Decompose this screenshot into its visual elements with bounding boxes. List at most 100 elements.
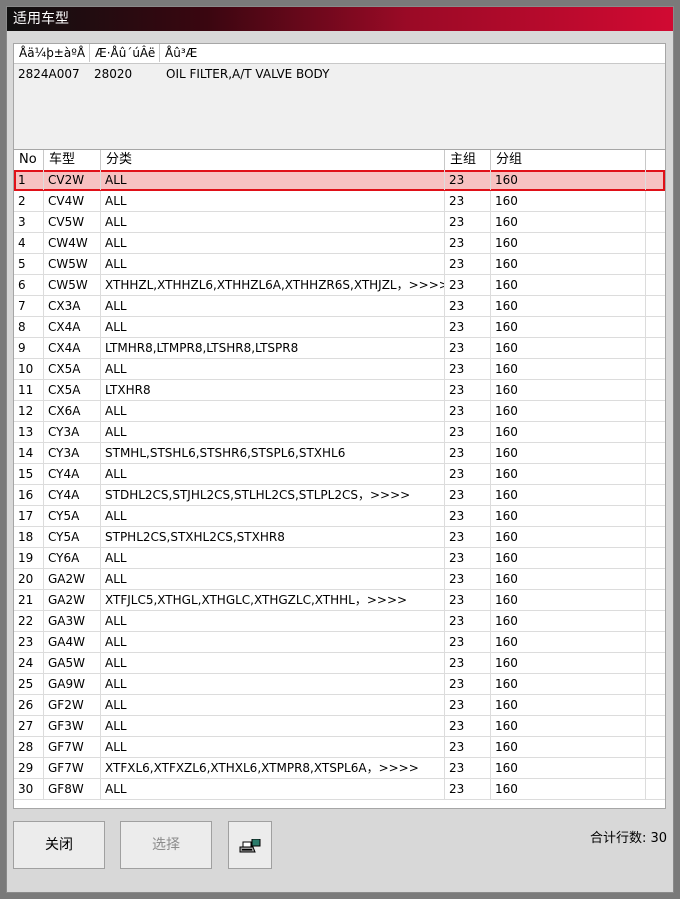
part-info-header: Åä¼þ±àºÅ Æ·Åû´úÂë Åû³Æ [14,44,665,64]
header-part-number[interactable]: Åä¼þ±àºÅ [14,44,90,62]
table-row[interactable]: 14 CY3A STMHL,STSHL6,STSHR6,STSPL6,STXHL6 2… [14,443,665,464]
cell-category: STMHL,STSHL6,STSHR6,STSPL6,STXHL6 [101,443,445,463]
cell-category: ALL [101,254,445,274]
cell-spacer [646,611,665,631]
header-model[interactable]: 车型 [44,150,101,170]
header-product-code[interactable]: Æ·Åû´úÂë [90,44,160,62]
cell-sub-group: 160 [491,317,646,337]
table-row[interactable]: 20 GA2W ALL 23 160 [14,569,665,590]
table-row[interactable]: 13 CY3A ALL 23 160 [14,422,665,443]
table-row[interactable]: 26 GF2W ALL 23 160 [14,695,665,716]
cell-no: 26 [14,695,44,715]
header-category[interactable]: 分类 [101,150,445,170]
cell-spacer [646,338,665,358]
cell-model: CW5W [44,254,101,274]
table-row[interactable]: 22 GA3W ALL 23 160 [14,611,665,632]
cell-category: ALL [101,359,445,379]
cell-spacer [646,758,665,778]
cell-category: LTXHR8 [101,380,445,400]
cell-category: ALL [101,674,445,694]
cell-model: CX5A [44,380,101,400]
part-info-row[interactable]: 2824A007 28020 OIL FILTER,A/T VALVE BODY [14,65,665,83]
table-row[interactable]: 29 GF7W XTFXL6,XTFXZL6,XTHXL6,XTMPR8,XTSPL… [14,758,665,779]
table-row[interactable]: 11 CX5A LTXHR8 23 160 [14,380,665,401]
header-no[interactable]: No [14,150,44,170]
cell-model: GA2W [44,590,101,610]
cell-main-group: 23 [445,170,491,190]
table-row[interactable]: 15 CY4A ALL 23 160 [14,464,665,485]
cell-no: 10 [14,359,44,379]
cell-spacer [646,275,665,295]
cell-main-group: 23 [445,527,491,547]
cell-category: STPHL2CS,STXHL2CS,STXHR8 [101,527,445,547]
cell-sub-group: 160 [491,191,646,211]
cell-category: ALL [101,170,445,190]
cell-no: 11 [14,380,44,400]
table-row[interactable]: 8 CX4A ALL 23 160 [14,317,665,338]
cell-spacer [646,737,665,757]
cell-spacer [646,590,665,610]
table-row[interactable]: 30 GF8W ALL 23 160 [14,779,665,800]
cell-no: 18 [14,527,44,547]
header-sub-group[interactable]: 分组 [491,150,646,170]
close-button[interactable]: 关闭 [13,821,105,869]
cell-no: 4 [14,233,44,253]
table-row[interactable]: 16 CY4A STDHL2CS,STJHL2CS,STLHL2CS,STLPL2C… [14,485,665,506]
table-row[interactable]: 6 CW5W XTHHZL,XTHHZL6,XTHHZL6A,XTHHZR6S,XT… [14,275,665,296]
cell-sub-group: 160 [491,485,646,505]
cell-main-group: 23 [445,653,491,673]
table-row[interactable]: 9 CX4A LTMHR8,LTMPR8,LTSHR8,LTSPR8 23 160 [14,338,665,359]
cell-main-group: 23 [445,674,491,694]
table-row[interactable]: 3 CV5W ALL 23 160 [14,212,665,233]
cell-main-group: 23 [445,191,491,211]
table-row[interactable]: 27 GF3W ALL 23 160 [14,716,665,737]
cell-model: CY3A [44,422,101,442]
print-button[interactable] [228,821,272,869]
cell-spacer [646,296,665,316]
cell-main-group: 23 [445,569,491,589]
cell-main-group: 23 [445,737,491,757]
cell-model: CW5W [44,275,101,295]
table-row[interactable]: 21 GA2W XTFJLC5,XTHGL,XTHGLC,XTHGZLC,XTHHL… [14,590,665,611]
table-row[interactable]: 4 CW4W ALL 23 160 [14,233,665,254]
cell-model: CY4A [44,464,101,484]
table-row[interactable]: 23 GA4W ALL 23 160 [14,632,665,653]
cell-category: ALL [101,653,445,673]
cell-no: 27 [14,716,44,736]
cell-sub-group: 160 [491,380,646,400]
table-row[interactable]: 19 CY6A ALL 23 160 [14,548,665,569]
table-row[interactable]: 1 CV2W ALL 23 160 [14,170,665,191]
table-row[interactable]: 17 CY5A ALL 23 160 [14,506,665,527]
select-button[interactable]: 选择 [120,821,212,869]
cell-sub-group: 160 [491,737,646,757]
table-row[interactable]: 28 GF7W ALL 23 160 [14,737,665,758]
table-row[interactable]: 24 GA5W ALL 23 160 [14,653,665,674]
table-row[interactable]: 2 CV4W ALL 23 160 [14,191,665,212]
cell-no: 2 [14,191,44,211]
cell-no: 17 [14,506,44,526]
cell-category: ALL [101,296,445,316]
cell-no: 6 [14,275,44,295]
table-row[interactable]: 12 CX6A ALL 23 160 [14,401,665,422]
table-row[interactable]: 7 CX3A ALL 23 160 [14,296,665,317]
cell-category: ALL [101,716,445,736]
cell-no: 16 [14,485,44,505]
header-main-group[interactable]: 主组 [445,150,491,170]
table-row[interactable]: 18 CY5A STPHL2CS,STXHL2CS,STXHR8 23 160 [14,527,665,548]
cell-sub-group: 160 [491,527,646,547]
cell-category: ALL [101,212,445,232]
header-part-name[interactable]: Åû³Æ [160,44,665,62]
cell-spacer [646,674,665,694]
cell-sub-group: 160 [491,632,646,652]
cell-main-group: 23 [445,695,491,715]
table-row[interactable]: 10 CX5A ALL 23 160 [14,359,665,380]
cell-model: CY5A [44,506,101,526]
table-row[interactable]: 25 GA9W ALL 23 160 [14,674,665,695]
cell-no: 25 [14,674,44,694]
cell-no: 19 [14,548,44,568]
total-rows-label: 合计行数: 30 [589,831,667,846]
cell-category: ALL [101,464,445,484]
cell-category: ALL [101,695,445,715]
table-row[interactable]: 5 CW5W ALL 23 160 [14,254,665,275]
cell-sub-group: 160 [491,569,646,589]
